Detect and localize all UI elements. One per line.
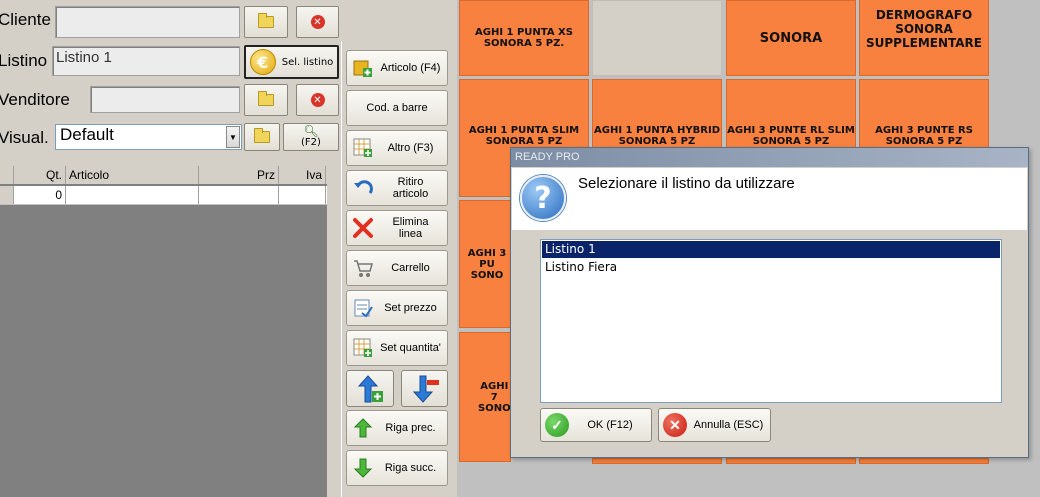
riga-prec-button[interactable]: Riga prec.	[346, 410, 448, 446]
set-quantita-button[interactable]: Set quantita'	[346, 330, 448, 366]
list-item[interactable]: Listino 1	[542, 241, 1000, 258]
select-listino-dialog: READY PRO ? Selezionare il listino da ut…	[510, 147, 1029, 458]
f2-label: (F2)	[301, 137, 321, 148]
cliente-field[interactable]	[55, 6, 240, 38]
folder-icon	[258, 91, 274, 106]
visual-browse-button[interactable]	[244, 123, 280, 151]
sel-listino-label: Sel. listino	[281, 56, 334, 68]
product-tile[interactable]: AGHI 1 PUNTA XS SONORA 5 PZ.	[459, 0, 589, 76]
listino-field[interactable]: Listino 1	[52, 46, 240, 76]
row-qt[interactable]: 0	[14, 186, 66, 204]
riga-succ-label: Riga succ.	[384, 462, 437, 474]
visual-value: Default	[60, 125, 114, 144]
product-tile[interactable]: AGHI 3 PUNTE RS SONORA 5 PZ	[859, 79, 989, 149]
cancel-button[interactable]: ✕ Annulla (ESC)	[658, 408, 771, 442]
quantity-icon	[352, 337, 374, 359]
product-tile[interactable]: AGHI 1 PUNTA HYBRID SONORA 5 PZ	[592, 79, 722, 149]
product-tile-edge[interactable]	[859, 458, 989, 464]
carrello-button[interactable]: Carrello	[346, 250, 448, 286]
order-grid[interactable]: Qt. Articolo Prz Iva 0	[0, 166, 327, 497]
altro-label: Altro (F3)	[387, 142, 434, 154]
row-indicator	[0, 186, 14, 204]
grid-header: Qt. Articolo Prz Iva	[0, 166, 327, 185]
grid-icon	[352, 137, 374, 159]
arrow-down-remove-icon	[412, 375, 439, 403]
grid-col-indicator	[0, 166, 14, 184]
delete-x-icon	[352, 217, 374, 239]
venditore-browse-button[interactable]	[244, 84, 288, 116]
arrow-up-icon	[352, 417, 374, 439]
product-tile-edge[interactable]	[592, 458, 722, 464]
row-prz[interactable]	[199, 186, 279, 204]
grid-col-qt: Qt.	[14, 166, 66, 184]
articolo-label: Articolo (F4)	[380, 62, 441, 74]
checkmark-icon: ✓	[545, 413, 569, 437]
return-arrow-icon	[352, 177, 374, 199]
product-tile-empty[interactable]	[592, 0, 722, 76]
carrello-label: Carrello	[391, 262, 430, 274]
listino-listbox[interactable]: Listino 1 Listino Fiera	[540, 239, 1002, 403]
grid-col-articolo: Articolo	[66, 166, 199, 184]
listino-label: Listino	[0, 51, 48, 70]
venditore-field[interactable]	[90, 86, 240, 113]
chevron-down-icon[interactable]: ▼	[226, 126, 240, 148]
set-prezzo-label: Set prezzo	[384, 302, 437, 314]
close-icon: ✕	[310, 93, 325, 107]
grid-col-prz: Prz	[199, 166, 279, 184]
sel-listino-button[interactable]: € Sel. listino	[244, 45, 339, 79]
cliente-clear-button[interactable]: ✕	[296, 6, 339, 38]
product-tile[interactable]: DERMOGRAFO SONORA SUPPLEMENTARE	[859, 0, 989, 76]
dialog-message-area: ? Selezionare il listino da utilizzare	[512, 168, 1027, 230]
cancel-x-icon: ✕	[663, 413, 687, 437]
close-icon: ✕	[310, 15, 325, 29]
product-tile[interactable]: AGHI 3 PU SONO	[459, 200, 511, 328]
cancel-label: Annulla (ESC)	[693, 419, 764, 431]
product-tile[interactable]: SONORA	[726, 0, 856, 76]
cliente-label: Cliente	[0, 10, 51, 29]
table-row[interactable]: 0	[0, 186, 327, 205]
riga-succ-button[interactable]: Riga succ.	[346, 450, 448, 486]
move-down-button[interactable]	[401, 370, 448, 407]
set-prezzo-button[interactable]: Set prezzo	[346, 290, 448, 326]
folder-icon	[254, 128, 270, 143]
visual-select[interactable]: Default ▼	[55, 124, 242, 150]
cart-icon	[352, 257, 374, 279]
ritiro-articolo-label: Ritiro articolo	[392, 176, 429, 200]
ok-label: OK (F12)	[587, 419, 633, 431]
articolo-button[interactable]: Articolo (F4)	[346, 50, 448, 86]
dialog-message: Selezionare il listino da utilizzare	[578, 175, 795, 192]
article-add-icon	[352, 57, 374, 79]
row-articolo[interactable]	[66, 186, 199, 204]
visual-label: Visual.	[0, 128, 49, 147]
cod-barre-label: Cod. a barre	[366, 102, 428, 114]
price-icon	[352, 297, 374, 319]
product-tile[interactable]: AGHI 7 SONO	[459, 332, 511, 462]
folder-icon	[258, 13, 274, 28]
elimina-linea-button[interactable]: Elimina linea	[346, 210, 448, 246]
question-icon: ?	[520, 175, 566, 221]
grid-col-iva: Iva	[279, 166, 326, 184]
set-quantita-label: Set quantita'	[380, 342, 441, 354]
magnifier-icon: 🔍︎	[303, 124, 319, 138]
row-iva[interactable]	[279, 186, 326, 204]
venditore-clear-button[interactable]: ✕	[296, 84, 339, 116]
cliente-browse-button[interactable]	[244, 6, 288, 38]
venditore-label: Venditore	[0, 90, 70, 109]
arrow-down-icon	[352, 457, 374, 479]
search-f2-button[interactable]: 🔍︎ (F2)	[283, 123, 339, 151]
riga-prec-label: Riga prec.	[385, 422, 436, 434]
ritiro-articolo-button[interactable]: Ritiro articolo	[346, 170, 448, 206]
dialog-title: READY PRO	[511, 148, 1028, 167]
list-item[interactable]: Listino Fiera	[542, 259, 1000, 276]
altro-button[interactable]: Altro (F3)	[346, 130, 448, 166]
move-up-button[interactable]	[346, 370, 394, 407]
elimina-linea-label: Elimina linea	[392, 216, 429, 240]
product-tile[interactable]: AGHI 3 PUNTE RL SLIM SONORA 5 PZ	[726, 79, 856, 149]
arrow-up-add-icon	[357, 374, 383, 402]
product-tile-edge[interactable]	[726, 458, 856, 464]
euro-icon: €	[249, 49, 276, 75]
ok-button[interactable]: ✓ OK (F12)	[540, 408, 652, 442]
cod-barre-button[interactable]: Cod. a barre	[346, 90, 448, 126]
